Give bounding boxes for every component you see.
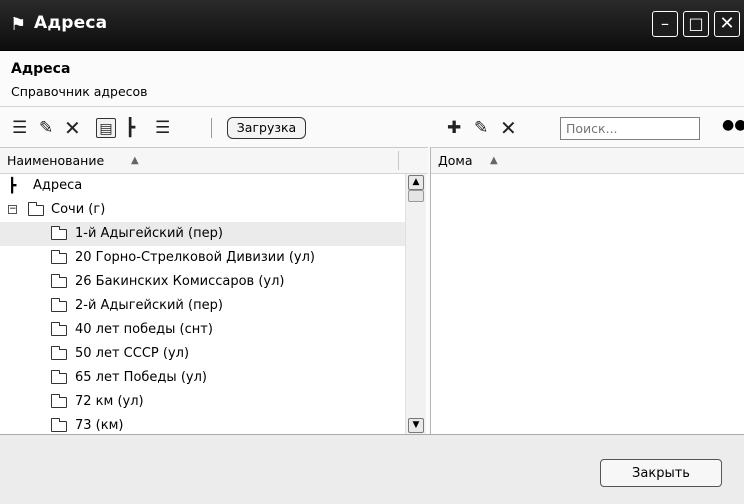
scrollbar-thumb[interactable] [408, 190, 424, 202]
scroll-up-button[interactable]: ▲ [408, 175, 424, 190]
tree-root-icon: ┣ [8, 178, 17, 194]
toolbar: ☰ ✎ ✕ ▤ ┣ ☰ Загрузка ✚ ✎ ✕ ●● [0, 107, 744, 147]
chevron-down-icon: ▼ [412, 420, 420, 430]
search-input[interactable] [560, 117, 700, 140]
folder-icon [51, 274, 67, 288]
add-icon[interactable]: ✚ [447, 118, 461, 138]
houses-panel: Дома ▲ [430, 147, 744, 434]
addresses-window: ⚑ Адреса – □ ✕ Адреса Справочник адресов… [0, 0, 744, 504]
delete-house-icon[interactable]: ✕ [500, 118, 517, 138]
add-tree-icon[interactable]: ☰ [12, 118, 27, 138]
tree-item-label: 72 км (ул) [75, 394, 144, 409]
footer: Закрыть [0, 434, 744, 504]
scroll-down-button[interactable]: ▼ [408, 418, 424, 433]
tree-item-label: Сочи (г) [51, 202, 106, 217]
folder-icon [51, 322, 67, 336]
list-view-icon[interactable]: ▤ [96, 118, 116, 138]
folder-icon [51, 370, 67, 384]
folder-icon [51, 226, 67, 240]
toolbar-separator [211, 118, 212, 138]
collapse-icon[interactable]: − [8, 205, 17, 214]
folder-icon [51, 250, 67, 264]
tree-item-street[interactable]: 2-й Адыгейский (пер) [0, 294, 405, 318]
page-title: Адреса [11, 61, 71, 77]
tree-item-street[interactable]: 72 км (ул) [0, 390, 405, 414]
tree-item-street[interactable]: 73 (км) [0, 414, 405, 434]
minimize-button[interactable]: – [652, 11, 678, 37]
load-button[interactable]: Загрузка [227, 117, 306, 139]
edit-icon[interactable]: ✎ [39, 118, 53, 138]
header-area: Адреса Справочник адресов [0, 51, 744, 107]
flat-list-icon[interactable]: ☰ [155, 118, 170, 138]
close-icon: ✕ [719, 13, 735, 34]
close-button[interactable]: Закрыть [600, 459, 722, 487]
minimize-icon: – [661, 14, 669, 33]
address-tree: ┣ Адреса − Сочи (г) 1-й Адыгейский (пер)… [0, 174, 405, 434]
folder-icon [51, 298, 67, 312]
tree-item-label: 40 лет победы (снт) [75, 322, 213, 337]
folder-icon [28, 202, 44, 216]
streets-panel: Наименование ▲ ┣ Адреса − Сочи (г) 1-й А… [0, 147, 428, 434]
tree-item-street[interactable]: 26 Бакинских Комиссаров (ул) [0, 270, 405, 294]
tree-item-label: 20 Горно-Стрелковой Дивизии (ул) [75, 250, 315, 265]
maximize-button[interactable]: □ [683, 11, 709, 37]
houses-column-label: Дома [438, 153, 473, 168]
folder-icon [51, 418, 67, 432]
title-bar[interactable]: ⚑ Адреса – □ ✕ [0, 0, 744, 51]
tree-item-street[interactable]: 50 лет СССР (ул) [0, 342, 405, 366]
tree-item-label: 65 лет Победы (ул) [75, 370, 207, 385]
tree-item-label: 1-й Адыгейский (пер) [75, 226, 223, 241]
tree-scrollbar[interactable]: ▲ ▼ [405, 174, 426, 434]
tree-item-label: 50 лет СССР (ул) [75, 346, 190, 361]
tree-item-street[interactable]: 1-й Адыгейский (пер) [0, 222, 405, 246]
binoculars-icon[interactable]: ●● [722, 117, 744, 133]
page-subtitle: Справочник адресов [11, 84, 148, 99]
window-title: Адреса [34, 13, 108, 33]
tree-item-street[interactable]: 40 лет победы (снт) [0, 318, 405, 342]
tree-item-label: 73 (км) [75, 418, 124, 433]
tree-item-street[interactable]: 20 Горно-Стрелковой Дивизии (ул) [0, 246, 405, 270]
column-splitter[interactable] [398, 151, 399, 170]
houses-column-header[interactable]: Дома ▲ [431, 148, 744, 174]
tree-item-label: 26 Бакинских Комиссаров (ул) [75, 274, 285, 289]
folder-icon [51, 394, 67, 408]
chevron-up-icon: ▲ [412, 177, 420, 187]
edit-house-icon[interactable]: ✎ [474, 118, 488, 138]
sort-ascending-icon: ▲ [490, 155, 498, 166]
tree-item-label: 2-й Адыгейский (пер) [75, 298, 223, 313]
folder-icon [51, 346, 67, 360]
close-window-button[interactable]: ✕ [714, 11, 740, 37]
tree-view-icon[interactable]: ┣ [125, 118, 135, 138]
delete-icon[interactable]: ✕ [64, 118, 81, 138]
name-column-label: Наименование [7, 153, 105, 168]
tree-item-label: Адреса [33, 178, 83, 193]
sort-ascending-icon: ▲ [131, 155, 139, 166]
tree-item-street[interactable]: 65 лет Победы (ул) [0, 366, 405, 390]
maximize-icon: □ [688, 14, 704, 33]
name-column-header[interactable]: Наименование ▲ [0, 148, 428, 174]
tree-root[interactable]: ┣ Адреса [0, 174, 405, 198]
map-marker-icon: ⚑ [10, 14, 27, 35]
tree-item-city[interactable]: − Сочи (г) [0, 198, 405, 222]
